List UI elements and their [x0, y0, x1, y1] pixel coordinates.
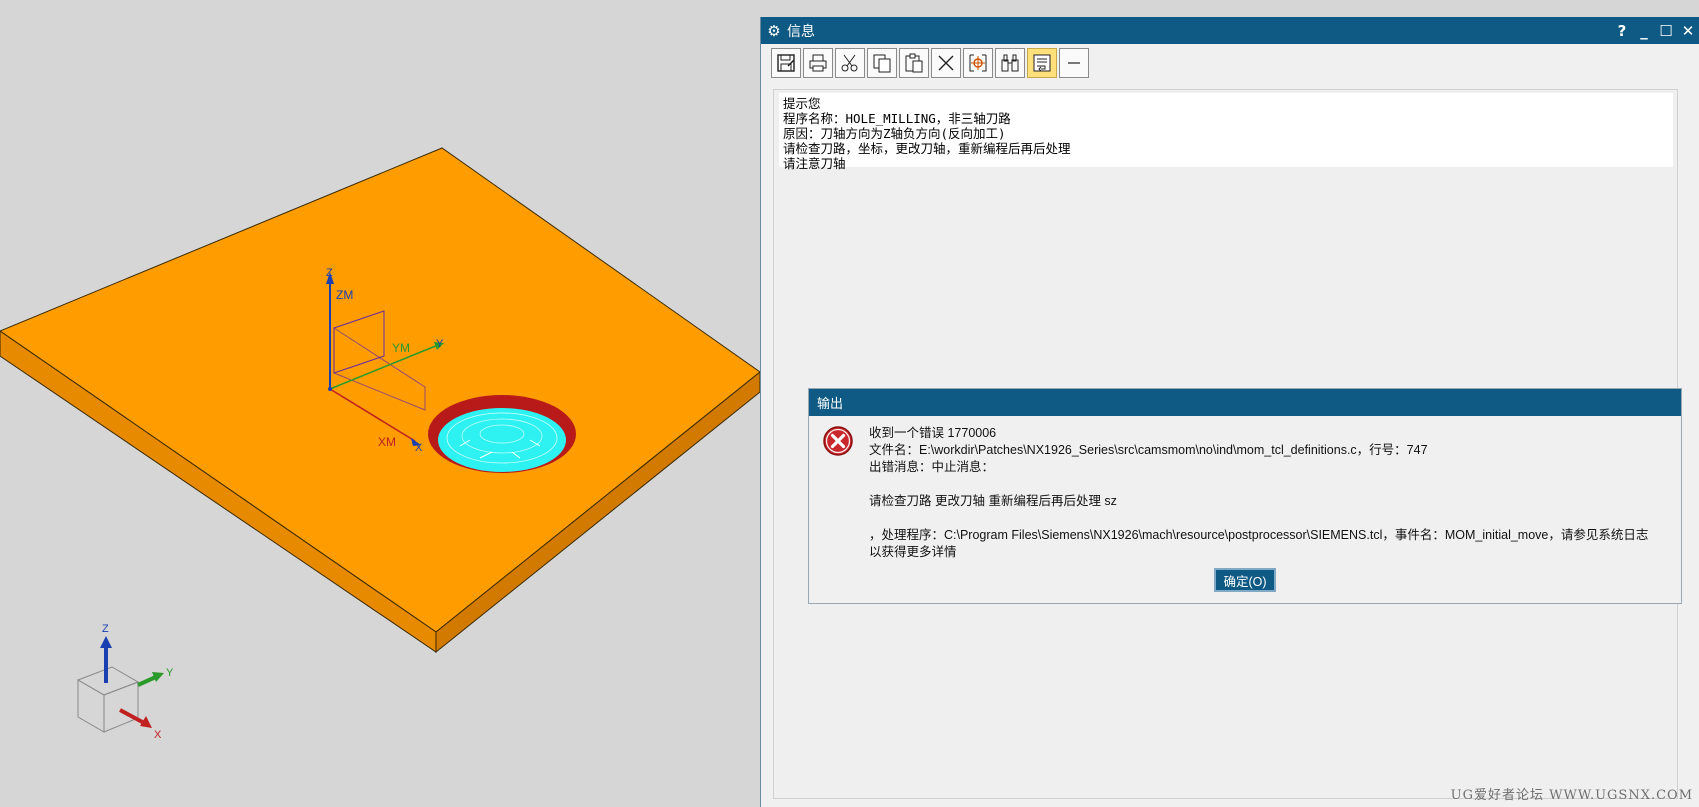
center-icon	[969, 54, 987, 72]
info-line-5: 请注意刀轴	[783, 156, 846, 171]
minimize-button[interactable]: _	[1633, 22, 1655, 40]
delete-button[interactable]	[931, 48, 961, 78]
gear-icon: ⚙	[767, 21, 781, 40]
ym-label: YM	[392, 341, 410, 355]
paste-button[interactable]	[899, 48, 929, 78]
copy-icon	[873, 54, 891, 73]
zm-label: ZM	[336, 288, 353, 302]
print-button[interactable]	[803, 48, 833, 78]
info-text-area[interactable]: 提示您 程序名称：HOLE_MILLING，非三轴刀路 原因：刀轴方向为Z轴负方…	[773, 89, 1682, 799]
xm-label: XM	[378, 435, 396, 449]
info-line-1: 提示您	[783, 96, 821, 111]
wrap-icon	[1033, 54, 1051, 72]
error-line-7: ，处理程序：C:\Program Files\Siemens\NX1926\ma…	[869, 528, 1649, 542]
information-window[interactable]: ⚙ 信息 ? _ ☐ ✕ 提示您 程序名称：HOLE_MILLING，非三轴刀路…	[760, 17, 1699, 807]
cut-button[interactable]	[835, 48, 865, 78]
info-line-3: 原因：刀轴方向为Z轴负方向(反向加工)	[783, 126, 1006, 141]
close-button[interactable]: ✕	[1677, 22, 1699, 40]
triad-y-label: Y	[166, 667, 174, 679]
center-button[interactable]	[963, 48, 993, 78]
save-icon	[777, 54, 795, 72]
info-window-title: 信息	[787, 23, 815, 40]
error-line-8: 以获得更多详情	[869, 545, 957, 559]
line-icon	[1068, 62, 1080, 64]
info-line-4: 请检查刀路，坐标，更改刀轴，重新编程后再后处理	[783, 141, 1071, 156]
print-icon	[809, 54, 827, 72]
find-button[interactable]	[995, 48, 1025, 78]
paste-icon	[905, 53, 923, 73]
copy-button[interactable]	[867, 48, 897, 78]
error-line-5: 请检查刀路 更改刀轴 重新编程后再后处理 sz	[869, 494, 1117, 508]
triad-z-label: Z	[102, 623, 109, 635]
error-line-6	[869, 510, 1669, 527]
error-icon	[823, 426, 853, 456]
info-line-2: 程序名称：HOLE_MILLING，非三轴刀路	[783, 111, 1011, 126]
wrap-button[interactable]	[1027, 48, 1057, 78]
info-titlebar[interactable]: ⚙ 信息 ? _ ☐ ✕	[761, 17, 1699, 44]
output-dialog[interactable]: 输出 收到一个错误 1770006 文件名：E:\workdir\Patches…	[808, 388, 1682, 604]
x-label: X	[415, 442, 423, 454]
error-line-2: 文件名：E:\workdir\Patches\NX1926_Series\src…	[869, 443, 1428, 457]
hole-toolpath[interactable]	[428, 395, 576, 473]
cut-icon	[841, 54, 858, 72]
help-button[interactable]: ?	[1611, 22, 1633, 40]
output-dialog-title: 输出	[809, 389, 1681, 416]
watermark: UG爱好者论坛 WWW.UGSNX.COM	[1450, 788, 1693, 803]
ok-button[interactable]: 确定(O)	[1214, 568, 1276, 592]
error-line-4	[869, 476, 1669, 493]
save-button[interactable]	[771, 48, 801, 78]
triad-x-label: X	[154, 729, 162, 741]
error-line-1: 收到一个错误 1770006	[869, 426, 997, 440]
plate-top-face	[0, 147, 760, 633]
maximize-button[interactable]: ☐	[1655, 22, 1677, 40]
delete-icon	[938, 55, 954, 71]
error-line-3: 出错消息：中止消息：	[869, 460, 995, 474]
find-icon	[1001, 54, 1019, 72]
error-message: 收到一个错误 1770006 文件名：E:\workdir\Patches\NX…	[869, 425, 1669, 561]
z-label: Z	[326, 267, 333, 279]
line-button[interactable]	[1059, 48, 1089, 78]
info-text-content[interactable]: 提示您 程序名称：HOLE_MILLING，非三轴刀路 原因：刀轴方向为Z轴负方…	[779, 93, 1673, 171]
y-label: Y	[436, 338, 444, 350]
view-triad[interactable]: Z Y X	[76, 623, 174, 741]
info-toolbar	[761, 44, 1699, 82]
